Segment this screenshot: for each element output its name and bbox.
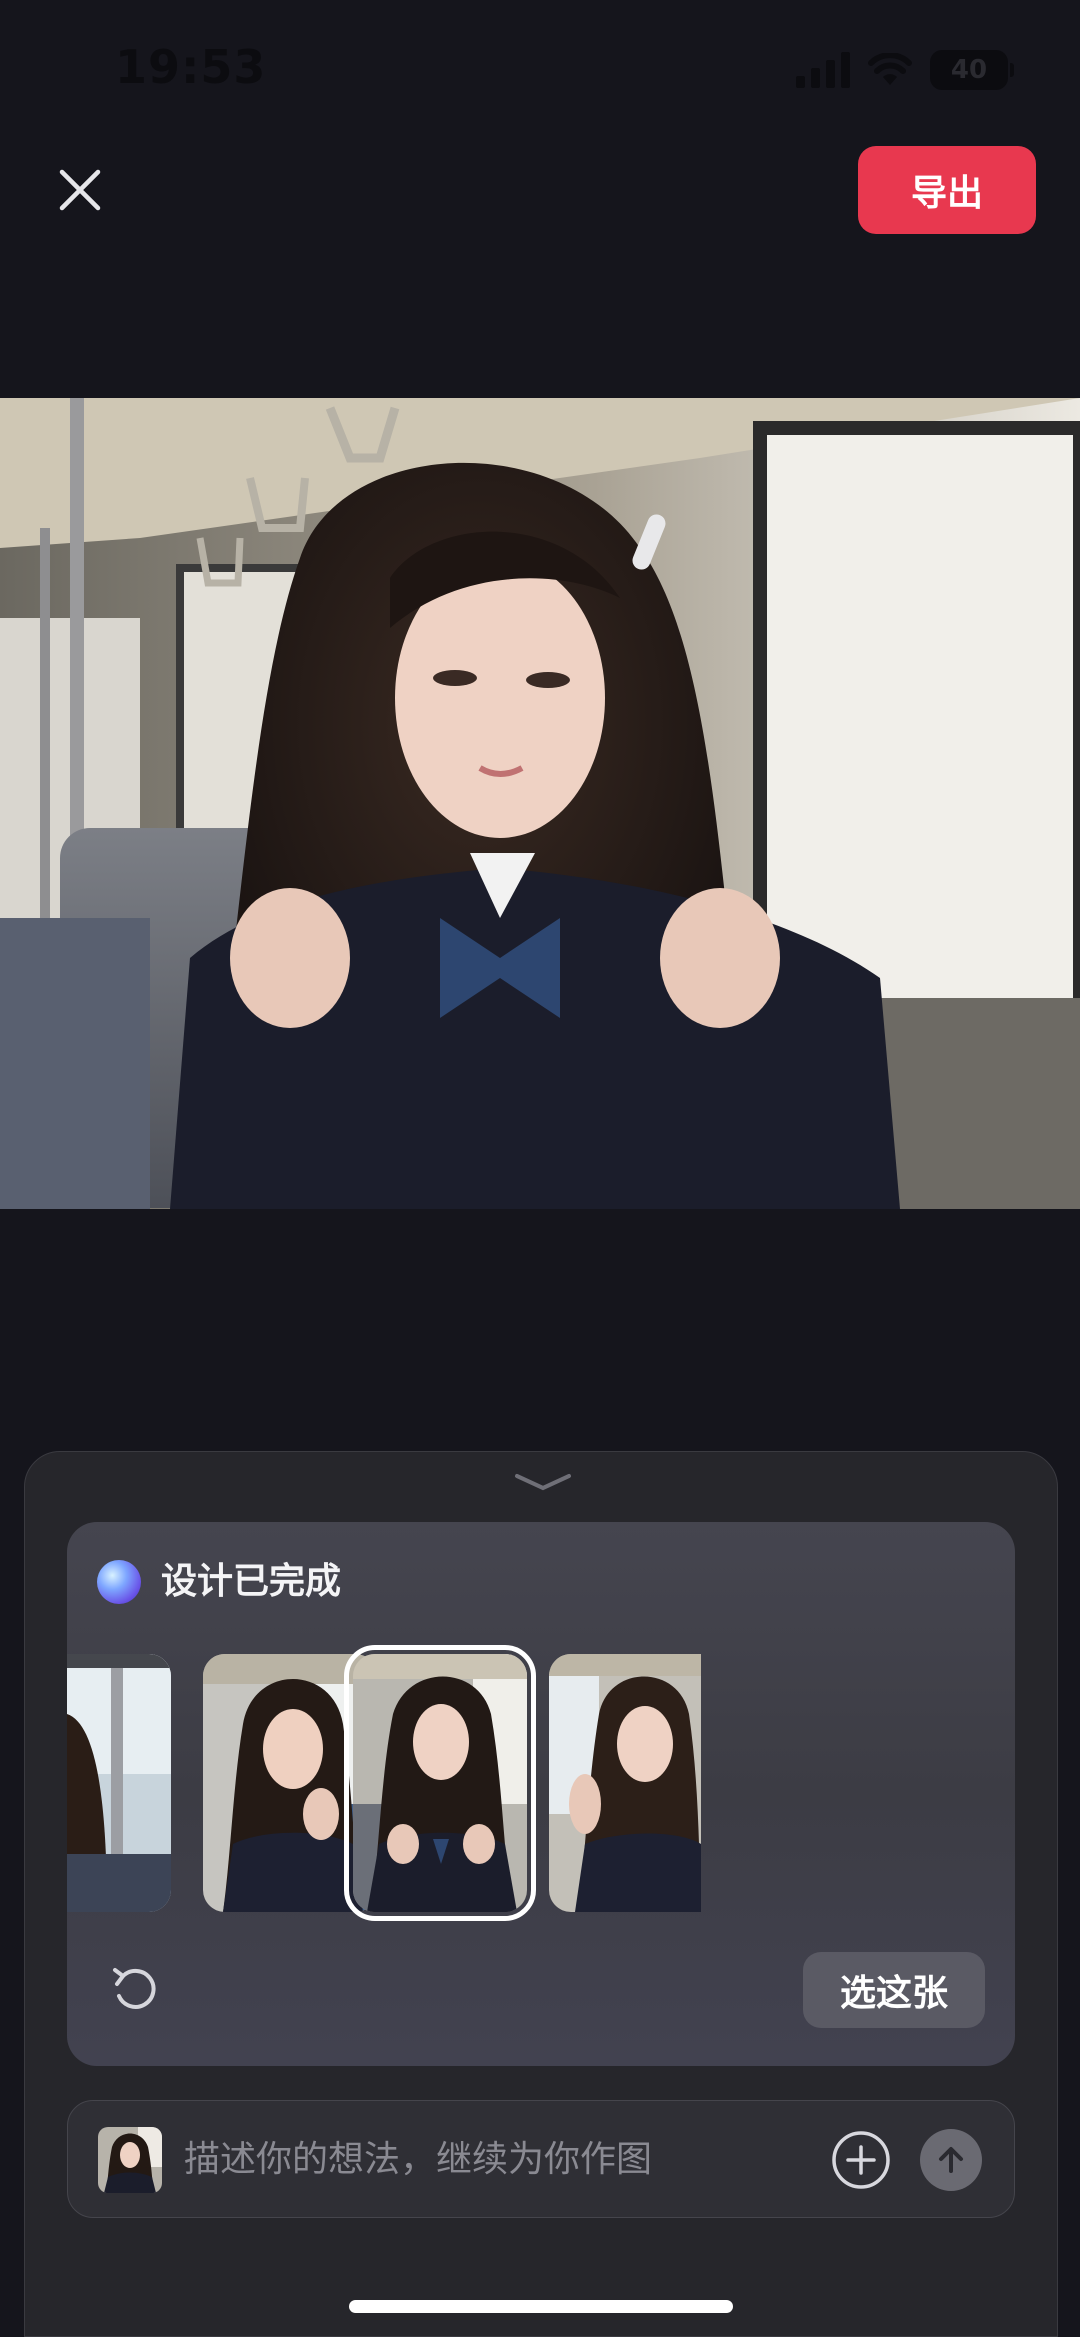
thumbnail-4[interactable]: [549, 1654, 701, 1912]
send-button[interactable]: [920, 2129, 982, 2191]
prompt-input-bar[interactable]: 描述你的想法，继续为你作图: [67, 2100, 1015, 2218]
close-icon[interactable]: [50, 160, 110, 220]
battery-level: 40: [950, 55, 988, 85]
ai-status-icon: [97, 1560, 141, 1604]
battery-icon: 40: [930, 50, 1014, 90]
input-reference-thumbnail[interactable]: [98, 2127, 162, 2193]
cellular-signal-icon: [796, 52, 850, 88]
status-title: 设计已完成: [161, 1561, 342, 1602]
send-arrow-icon: [939, 2147, 963, 2173]
thumbnail-strip: [67, 1645, 1015, 1921]
main-image: [0, 398, 1080, 1209]
export-button[interactable]: 导出: [858, 146, 1036, 234]
status-time: 19:53: [115, 40, 267, 94]
status-bar: 19:53 40: [0, 0, 1080, 140]
home-indicator[interactable]: [349, 2300, 733, 2313]
result-card: 设计已完成 选这张: [67, 1522, 1015, 2066]
bottom-panel: 设计已完成 选这张 描述你的想法，继续为你作图: [24, 1451, 1058, 2337]
choose-this-button[interactable]: 选这张: [803, 1952, 985, 2028]
wifi-icon: [868, 53, 912, 85]
thumbnail-3[interactable]: [344, 1645, 536, 1921]
refresh-icon[interactable]: [107, 1962, 163, 2018]
chevron-down-icon[interactable]: [513, 1468, 573, 1496]
plus-circle-icon[interactable]: [830, 2129, 892, 2191]
thumbnail-2[interactable]: [203, 1654, 377, 1912]
thumbnail-1[interactable]: [67, 1654, 171, 1912]
status-icons: 40: [796, 50, 1014, 90]
prompt-input[interactable]: 描述你的想法，继续为你作图: [184, 2137, 652, 2183]
